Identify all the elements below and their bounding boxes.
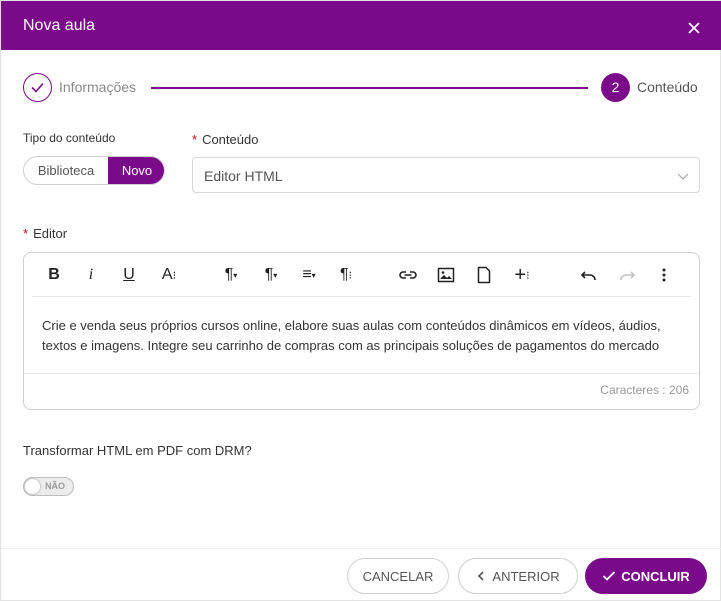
editor-label-text: Editor — [33, 226, 68, 241]
more-paragraph-icon: ¶ — [339, 266, 349, 283]
step-1-indicator[interactable] — [23, 73, 52, 102]
previous-button-label: ANTERIOR — [492, 568, 560, 584]
content-type-toggle: Biblioteca Novo — [23, 156, 165, 185]
step-2-indicator: 2 — [601, 73, 630, 102]
more-paragraph-button[interactable]: ¶ ⁝ — [335, 263, 357, 287]
plus-icon: + — [514, 263, 527, 286]
insert-image-button[interactable] — [435, 263, 457, 287]
insert-link-button[interactable] — [397, 263, 419, 287]
check-icon — [603, 571, 616, 581]
redo-icon — [620, 271, 636, 281]
more-paragraph-dots-icon: ⁝ — [348, 269, 353, 282]
editor-field-label: * Editor — [23, 226, 67, 241]
link-icon — [399, 271, 417, 279]
font-size-icon: A — [161, 266, 173, 283]
content-select-value: Editor HTML — [204, 168, 283, 184]
rich-text-editor: B i U A ⁝ ¶ ▾ ¶ ▾ ≡ ▾ ¶ ⁝ + ⁝ Crie e ven… — [23, 252, 700, 410]
align-left-icon: ≡ — [302, 266, 312, 283]
vertical-dots-icon — [662, 268, 666, 282]
cancel-button[interactable]: CANCELAR — [347, 558, 449, 594]
editor-footer-divider — [24, 373, 699, 374]
toolbar-divider — [32, 296, 691, 297]
toggle-knob — [25, 479, 40, 494]
character-counter: Caracteres : 206 — [600, 383, 689, 397]
file-icon — [477, 266, 491, 284]
previous-button[interactable]: ANTERIOR — [458, 558, 578, 594]
italic-button[interactable]: i — [82, 263, 100, 287]
align-caret-icon: ▾ — [311, 270, 316, 280]
more-options-button[interactable] — [654, 263, 674, 287]
chevron-down-icon — [677, 173, 689, 180]
required-mark: * — [23, 226, 29, 241]
paragraph-style-button[interactable]: ¶ ▾ — [217, 263, 245, 287]
footer-divider — [1, 548, 721, 549]
insert-file-button[interactable] — [474, 263, 494, 287]
dialog-header: Nova aula — [1, 1, 721, 50]
undo-button[interactable] — [579, 263, 599, 287]
paragraph-format-icon: ¶ — [264, 266, 274, 283]
insert-more-button[interactable]: + ⁝ — [511, 263, 533, 287]
content-type-biblioteca[interactable]: Biblioteca — [24, 157, 108, 184]
step-1-label[interactable]: Informações — [59, 79, 136, 95]
dialog: Nova aula Informações 2 Conteúdo Tipo do… — [0, 0, 721, 601]
drm-toggle[interactable]: NÃO — [23, 477, 74, 496]
paragraph-style-caret-icon: ▾ — [233, 270, 238, 280]
drm-label: Transformar HTML em PDF com DRM? — [23, 443, 252, 458]
paragraph-style-icon: ¶ — [224, 266, 234, 283]
finish-button-label: CONCLUIR — [621, 568, 690, 584]
content-select[interactable]: Editor HTML — [192, 157, 700, 193]
image-icon — [437, 267, 455, 283]
chevron-left-icon — [478, 571, 484, 581]
dialog-title: Nova aula — [23, 17, 96, 34]
bold-button[interactable]: B — [44, 263, 64, 287]
editor-content[interactable]: Crie e venda seus próprios cursos online… — [42, 316, 692, 356]
paragraph-format-caret-icon: ▾ — [273, 270, 278, 280]
redo-button[interactable] — [617, 263, 637, 287]
check-icon — [31, 82, 44, 93]
font-size-dots-icon: ⁝ — [172, 269, 177, 282]
underline-button[interactable]: U — [119, 263, 139, 287]
align-button[interactable]: ≡ ▾ — [294, 263, 324, 287]
step-connector — [151, 87, 588, 89]
content-type-novo[interactable]: Novo — [108, 157, 164, 184]
content-field-label: * Conteúdo — [192, 132, 258, 147]
insert-more-dots-icon: ⁝ — [526, 269, 530, 282]
toggle-state-text: NÃO — [45, 481, 65, 491]
font-size-button[interactable]: A ⁝ — [158, 263, 180, 287]
finish-button[interactable]: CONCLUIR — [585, 558, 707, 594]
undo-icon — [580, 271, 596, 281]
content-label-text: Conteúdo — [202, 132, 259, 147]
step-2-label: Conteúdo — [637, 79, 698, 95]
content-type-label: Tipo do conteúdo — [23, 131, 116, 145]
paragraph-format-button[interactable]: ¶ ▾ — [257, 263, 285, 287]
required-mark: * — [192, 132, 198, 147]
close-icon[interactable] — [687, 21, 701, 35]
